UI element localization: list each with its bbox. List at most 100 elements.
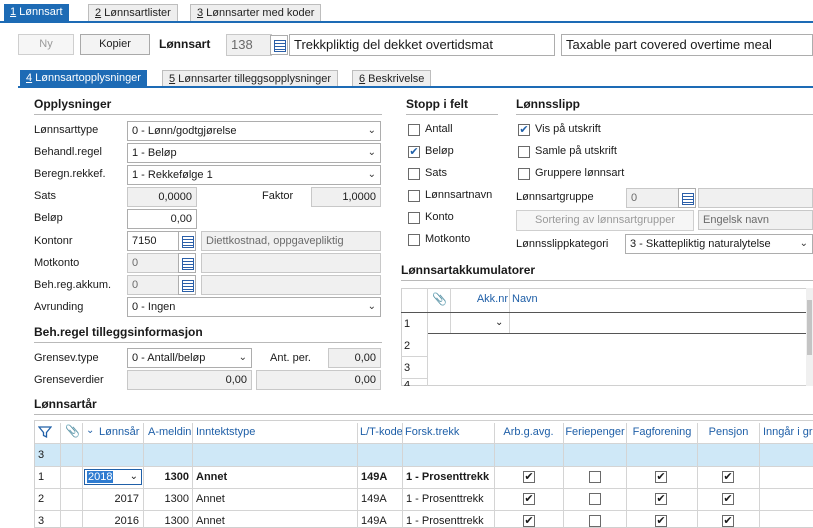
- slip-checkbox[interactable]: [518, 168, 530, 180]
- english-name-field[interactable]: Engelsk navn: [698, 210, 813, 230]
- col-header-amelding[interactable]: A-melding: [148, 426, 191, 438]
- stop-checkbox-label: Antall: [425, 123, 453, 135]
- category-select[interactable]: 3 - Skattepliktig naturalytelse ⌄: [625, 234, 813, 254]
- sort-groups-button[interactable]: Sortering av lønnsartgrupper: [516, 210, 694, 231]
- lonnsart-number-field[interactable]: 138: [226, 34, 272, 56]
- type-select[interactable]: 0 - Lønn/godtgjørelse ⌄: [127, 121, 381, 141]
- feriepenger-checkbox[interactable]: [589, 493, 601, 505]
- accumulators-title: Lønnsartakkumulatorer: [401, 263, 536, 277]
- income-type-value: Annet: [196, 471, 228, 483]
- accumulators-grid[interactable]: [401, 288, 813, 386]
- slip-checkbox-label: Samle på utskrift: [535, 145, 617, 157]
- scrollbar-thumb[interactable]: [807, 300, 812, 355]
- lookup-icon[interactable]: [270, 35, 288, 55]
- chevron-down-icon: ⌄: [367, 125, 376, 136]
- tab-lonnsartlister[interactable]: 2 Lønnsartlister: [88, 4, 178, 21]
- feriepenger-checkbox[interactable]: [589, 515, 601, 527]
- tab-beskrivelse[interactable]: 6 Beskrivelse: [352, 70, 432, 87]
- tab-lonnsart[interactable]: 1 Lønnsart: [4, 4, 69, 21]
- round-select[interactable]: 0 - Ingen ⌄: [127, 297, 381, 317]
- account-field[interactable]: 7150: [127, 231, 179, 251]
- accum-field[interactable]: 0: [127, 275, 179, 295]
- group-description: [698, 188, 813, 208]
- tab-tilleggsopplysninger[interactable]: 5 Lønnsarter tilleggsopplysninger: [162, 70, 339, 87]
- fagforening-checkbox[interactable]: ✔: [655, 493, 667, 505]
- group-lookup-icon[interactable]: [678, 188, 696, 208]
- row-number: 2: [38, 493, 45, 505]
- col-header-feriepenger[interactable]: Feriepenger: [564, 426, 626, 438]
- pensjon-checkbox[interactable]: ✔: [722, 471, 734, 483]
- filter-icon[interactable]: [37, 425, 53, 442]
- handling-select[interactable]: 1 - Beløp ⌄: [127, 143, 381, 163]
- col-header-year[interactable]: Lønnsår: [99, 426, 143, 438]
- pensjon-checkbox[interactable]: ✔: [722, 515, 734, 527]
- pensjon-checkbox[interactable]: ✔: [722, 493, 734, 505]
- tab-lonnsarter-med-koder[interactable]: 3 Lønnsarter med koder: [190, 4, 322, 21]
- info-section-title: Opplysninger: [34, 97, 112, 111]
- fagforening-checkbox[interactable]: ✔: [655, 471, 667, 483]
- fagforening-checkbox[interactable]: ✔: [655, 515, 667, 527]
- col-header-fagforening[interactable]: Fagforening: [627, 426, 697, 438]
- col-header-arbgavg[interactable]: Arb.g.avg.: [494, 426, 563, 438]
- counter-account-label: Motkonto: [34, 257, 80, 269]
- amount-field[interactable]: 0,00: [127, 209, 197, 229]
- year-value: 2018: [87, 471, 114, 483]
- counter-lookup-icon[interactable]: [178, 253, 196, 273]
- description-field[interactable]: Trekkpliktig del dekket overtidsmat: [289, 34, 555, 56]
- year-cell-editor[interactable]: 2018 ⌄: [84, 469, 142, 485]
- divider: [34, 114, 382, 115]
- counter-account-field[interactable]: 0: [127, 253, 179, 273]
- stop-checkbox[interactable]: [408, 190, 420, 202]
- description-english-field[interactable]: Taxable part covered overtime meal: [561, 34, 813, 56]
- chevron-down-icon[interactable]: ⌄: [495, 317, 503, 328]
- chevron-down-icon[interactable]: ⌄: [130, 470, 138, 484]
- stop-checkbox[interactable]: [408, 234, 420, 246]
- grid-line: [401, 312, 806, 313]
- limit-value-1[interactable]: 0,00: [127, 370, 252, 390]
- slip-section-title: Lønnsslipp: [516, 97, 580, 111]
- tab-lonnsartopplysninger[interactable]: 4 Lønnsartopplysninger: [20, 70, 147, 87]
- income-type-value: Annet: [196, 515, 225, 527]
- calc-select[interactable]: 1 - Rekkefølge 1 ⌄: [127, 165, 381, 185]
- row-number: 1: [38, 471, 45, 483]
- copy-button[interactable]: Kopier: [80, 34, 150, 55]
- row-number: 2: [404, 340, 411, 352]
- arbgavg-checkbox[interactable]: ✔: [523, 515, 535, 527]
- accum-lookup-icon[interactable]: [178, 275, 196, 295]
- slip-checkbox[interactable]: [518, 146, 530, 158]
- stop-checkbox[interactable]: [408, 124, 420, 136]
- name-column-header[interactable]: Navn: [512, 293, 538, 305]
- feriepenger-checkbox[interactable]: [589, 471, 601, 483]
- limit-type-select[interactable]: 0 - Antall/beløp ⌄: [127, 348, 252, 368]
- col-header-lt-code[interactable]: L/T-kode: [360, 426, 402, 438]
- col-header-forsk-trekk[interactable]: Forsk.trekk: [405, 426, 493, 438]
- col-header-income-type[interactable]: Inntektstype: [196, 426, 356, 438]
- col-header-inngar[interactable]: Inngår i gr: [763, 426, 813, 438]
- year-value: 2016: [114, 515, 139, 527]
- group-field[interactable]: 0: [626, 188, 680, 208]
- lt-code-value: 149A: [361, 471, 388, 483]
- divider: [34, 414, 813, 415]
- arbgavg-checkbox[interactable]: ✔: [523, 493, 535, 505]
- income-type-value: Annet: [196, 493, 225, 505]
- stop-checkbox[interactable]: ✔: [408, 146, 420, 158]
- limit-value-2[interactable]: 0,00: [256, 370, 381, 390]
- year-value: 2017: [114, 493, 139, 505]
- factor-field[interactable]: 1,0000: [311, 187, 381, 207]
- stop-checkbox[interactable]: [408, 168, 420, 180]
- slip-checkbox[interactable]: ✔: [518, 124, 530, 136]
- account-lookup-icon[interactable]: [178, 231, 196, 251]
- periods-field[interactable]: 0,00: [328, 348, 381, 368]
- stop-checkbox[interactable]: [408, 212, 420, 224]
- type-label: Lønnsarttype: [34, 124, 99, 136]
- arbgavg-checkbox[interactable]: ✔: [523, 471, 535, 483]
- account-description: Diettkostnad, oppgavepliktig: [201, 231, 381, 251]
- tab-underline: [0, 21, 813, 23]
- col-header-pensjon[interactable]: Pensjon: [698, 426, 759, 438]
- akknr-column-header[interactable]: Akk.nr: [470, 293, 508, 305]
- sort-desc-icon[interactable]: ⌄: [86, 425, 94, 436]
- chevron-down-icon: ⌄: [367, 169, 376, 180]
- rate-field[interactable]: 0,0000: [127, 187, 197, 207]
- new-button[interactable]: Ny: [18, 34, 74, 55]
- account-label: Kontonr: [34, 235, 73, 247]
